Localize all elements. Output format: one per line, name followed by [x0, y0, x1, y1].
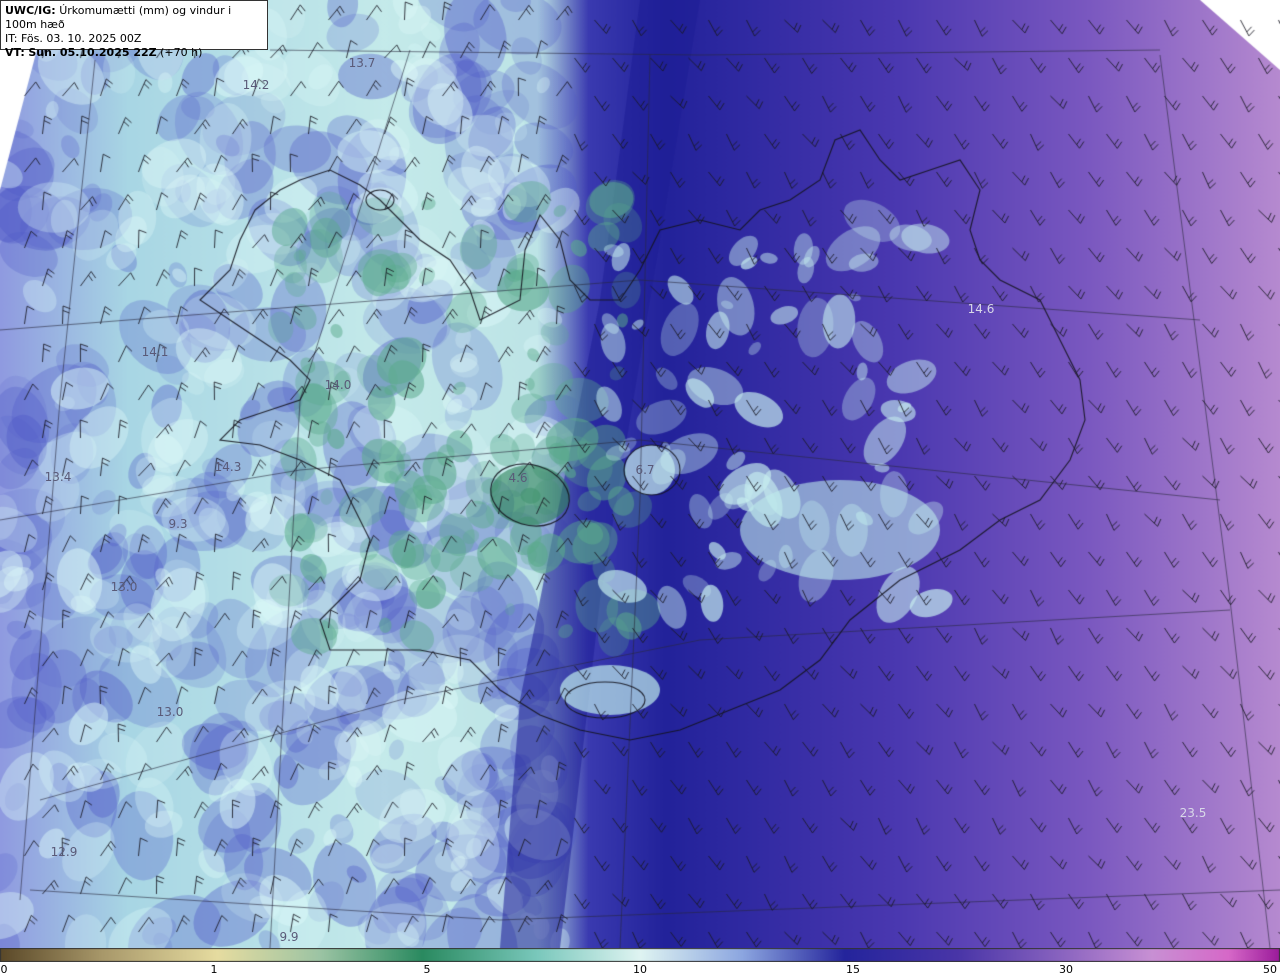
- colorbar-tick: 15: [846, 963, 860, 976]
- header-init-time: IT: Fös. 03. 10. 2025 00Z: [5, 32, 142, 45]
- map-value-label: 14.0: [324, 378, 352, 392]
- map-value-label: 14.1: [141, 345, 169, 359]
- header-valid-time: Sun. 05.10.2025 22Z: [28, 46, 157, 59]
- map-value-label: 13.4: [44, 470, 72, 484]
- colorbar-ticks: 0 1 5 10 15 30 50: [0, 962, 1280, 978]
- colorbar-tick: 0: [0, 963, 8, 976]
- map-value-label: 13.0: [156, 705, 184, 719]
- colorbar-tick: 30: [1059, 963, 1073, 976]
- colorbar-tick: 1: [210, 963, 218, 976]
- map-header: UWC/IG: Úrkomumætti (mm) og vindur i 100…: [0, 0, 268, 59]
- map-value-label: 12.9: [50, 845, 78, 859]
- header-model: UWC/IG:: [5, 4, 56, 17]
- map-value-label: 9.9: [279, 930, 299, 944]
- map-value-label: 23.5: [1179, 806, 1207, 820]
- map-value-label: 13.7: [348, 56, 376, 70]
- map-value-label: 14.2: [242, 78, 270, 92]
- map-value-label: 6.7: [635, 463, 655, 477]
- colorbar-tick: 10: [633, 963, 647, 976]
- colorbar: [0, 948, 1280, 962]
- colorbar-tick: 5: [423, 963, 431, 976]
- map-value-label: 9.3: [168, 517, 188, 531]
- colorbar-tick: 50: [1263, 963, 1277, 976]
- map-value-label: 13.0: [110, 580, 138, 594]
- map-value-label: 14.3: [214, 460, 242, 474]
- map-value-label: 4.6: [508, 471, 528, 485]
- map-value-label: 14.6: [967, 302, 995, 316]
- header-lead-time: (+70 h): [160, 46, 203, 59]
- header-valid-prefix: VT:: [5, 46, 25, 59]
